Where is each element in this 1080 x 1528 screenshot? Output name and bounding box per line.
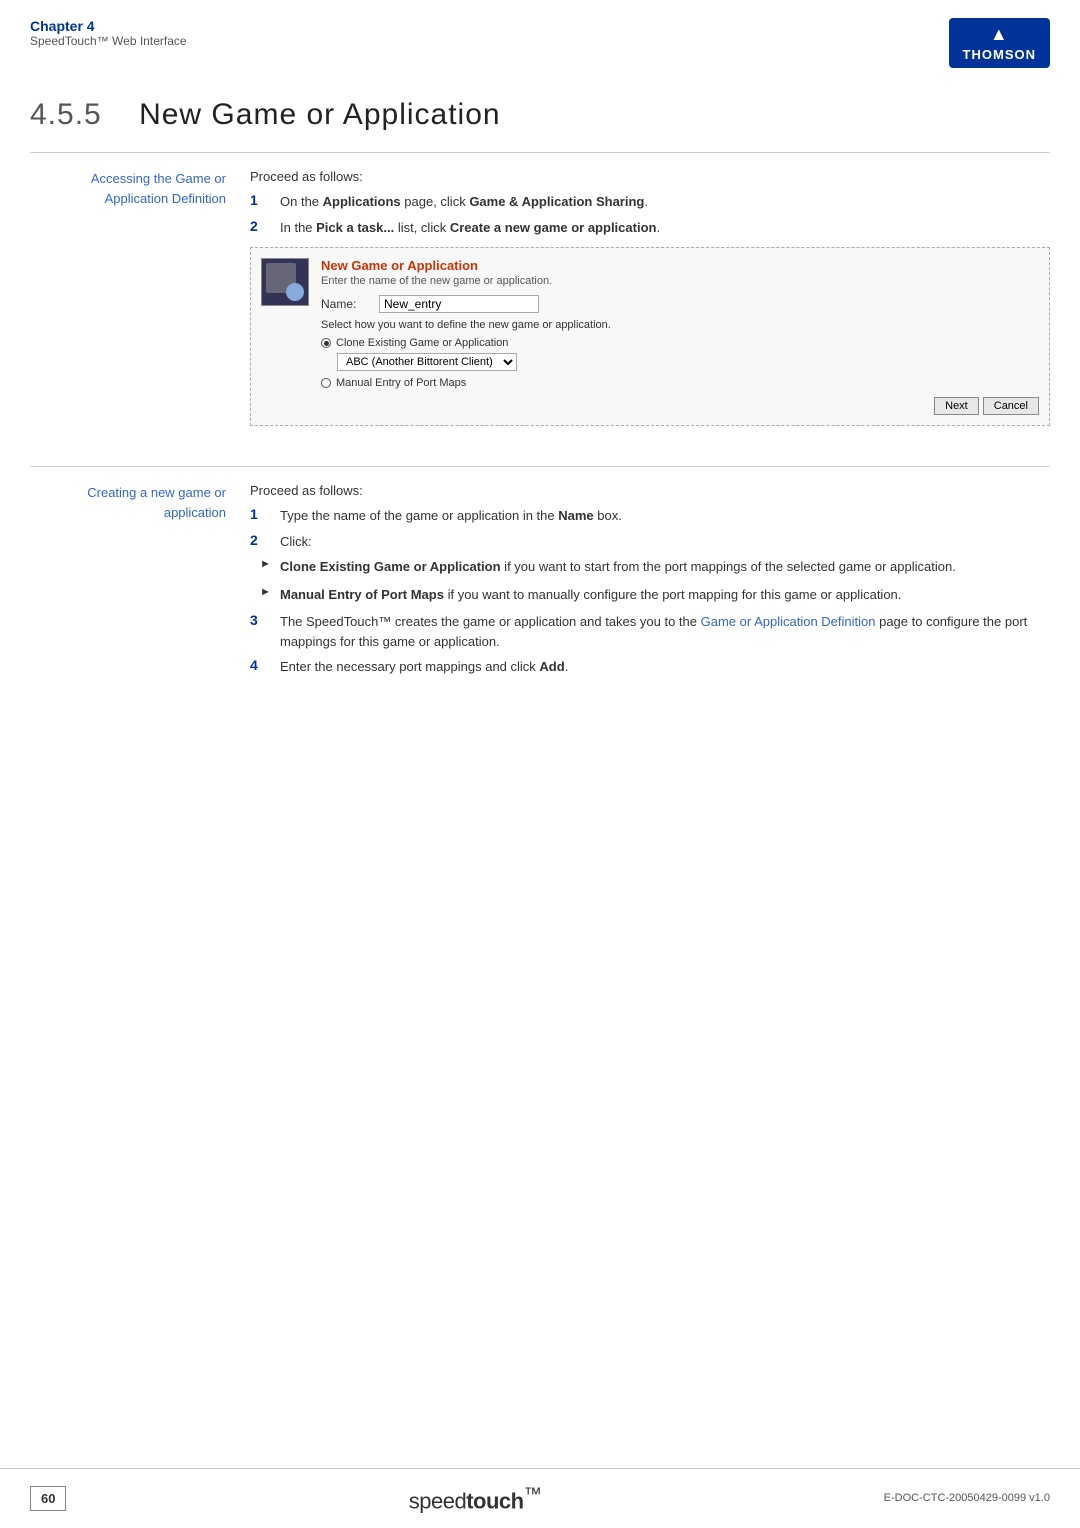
section-accessing-label: Accessing the Game or Application Defini… (30, 169, 250, 436)
ui-button-row: Next Cancel (321, 397, 1039, 415)
ui-radio2-row[interactable]: Manual Entry of Port Maps (321, 377, 1039, 389)
cancel-button[interactable]: Cancel (983, 397, 1039, 415)
footer-doc-number: E-DOC-CTC-20050429-0099 v1.0 (884, 1492, 1050, 1504)
sub-step-2: ► Manual Entry of Port Maps if you want … (260, 585, 1050, 605)
section-creating-content: Proceed as follows: 1 Type the name of t… (250, 483, 1050, 683)
step-text-2-4: Enter the necessary port mappings and cl… (280, 657, 568, 677)
page-title-section: 4.5.5 New Game or Application (0, 68, 1080, 152)
sub-step-text-1: Clone Existing Game or Application if yo… (280, 557, 956, 577)
section-creating: Creating a new game or application Proce… (30, 483, 1050, 683)
ui-select-row: ABC (Another Bittorent Client) (337, 353, 1039, 371)
steps-list-2: 1 Type the name of the game or applicati… (250, 506, 1050, 551)
step-2-3: 3 The SpeedTouch™ creates the game or ap… (250, 612, 1050, 651)
thomson-logo: ▲ THOMSON (949, 18, 1050, 68)
sub-arrow-1: ► (260, 558, 274, 570)
ui-app-icon (261, 258, 309, 306)
ui-screenshot-box: New Game or Application Enter the name o… (250, 247, 1050, 426)
step-text-2: In the Pick a task... list, click Create… (280, 218, 660, 238)
ui-name-field-row: Name: (321, 295, 1039, 313)
steps-list-2b: 3 The SpeedTouch™ creates the game or ap… (250, 612, 1050, 677)
ui-name-input[interactable] (379, 295, 539, 313)
ui-radio2-label: Manual Entry of Port Maps (336, 377, 466, 389)
ui-radio1-row[interactable]: Clone Existing Game or Application (321, 337, 1039, 349)
footer-page-number: 60 (30, 1486, 66, 1511)
sub-step-1: ► Clone Existing Game or Application if … (260, 557, 1050, 577)
main-content: Accessing the Game or Application Defini… (0, 152, 1080, 683)
ui-app-select[interactable]: ABC (Another Bittorent Client) (337, 353, 517, 371)
step-text-2-3: The SpeedTouch™ creates the game or appl… (280, 612, 1050, 651)
step-number-2-4: 4 (250, 657, 274, 673)
ui-radio1-label: Clone Existing Game or Application (336, 337, 508, 349)
proceed-text-2: Proceed as follows: (250, 483, 1050, 498)
step-1-1: 1 On the Applications page, click Game &… (250, 192, 1050, 212)
step-number-1: 1 (250, 192, 274, 208)
footer-brand-speed: speed (409, 1488, 466, 1513)
page-header: Chapter 4 SpeedTouch™ Web Interface ▲ TH… (0, 0, 1080, 68)
step-number-2: 2 (250, 218, 274, 234)
section-creating-label: Creating a new game or application (30, 483, 250, 683)
next-button[interactable]: Next (934, 397, 979, 415)
ui-radio-clone[interactable] (321, 338, 331, 348)
thomson-logo-icon: ▲ (990, 24, 1009, 45)
step-number-2-3: 3 (250, 612, 274, 628)
section-divider-mid (30, 466, 1050, 467)
section-accessing: Accessing the Game or Application Defini… (30, 169, 1050, 436)
page-footer: 60 speedtouch™ E-DOC-CTC-20050429-0099 v… (0, 1468, 1080, 1528)
sub-steps-list: ► Clone Existing Game or Application if … (260, 557, 1050, 604)
ui-form: New Game or Application Enter the name o… (321, 258, 1039, 415)
footer-brand-touch: touch (466, 1488, 523, 1513)
game-app-def-link[interactable]: Game or Application Definition (701, 614, 876, 629)
step-2-2: 2 Click: (250, 532, 1050, 552)
page-title-number: 4.5.5 (30, 98, 102, 131)
proceed-text-1: Proceed as follows: (250, 169, 1050, 184)
thomson-logo-text: THOMSON (963, 47, 1036, 62)
step-2-1: 1 Type the name of the game or applicati… (250, 506, 1050, 526)
step-2-4: 4 Enter the necessary port mappings and … (250, 657, 1050, 677)
header-left: Chapter 4 SpeedTouch™ Web Interface (30, 18, 187, 48)
step-1-2: 2 In the Pick a task... list, click Crea… (250, 218, 1050, 238)
ui-form-title: New Game or Application (321, 258, 1039, 273)
chapter-subtitle: SpeedTouch™ Web Interface (30, 34, 187, 48)
footer-brand: speedtouch™ (409, 1483, 542, 1514)
sub-arrow-2: ► (260, 586, 274, 598)
section-accessing-content: Proceed as follows: 1 On the Application… (250, 169, 1050, 436)
chapter-label: Chapter 4 (30, 18, 187, 34)
sub-step-text-2: Manual Entry of Port Maps if you want to… (280, 585, 901, 605)
ui-define-text: Select how you want to define the new ga… (321, 319, 1039, 331)
ui-name-label: Name: (321, 297, 371, 311)
ui-form-subtitle: Enter the name of the new game or applic… (321, 275, 1039, 287)
page-title-text: New Game or Application (139, 98, 501, 131)
step-text-1: On the Applications page, click Game & A… (280, 192, 648, 212)
step-number-2-2: 2 (250, 532, 274, 548)
step-text-2-2: Click: (280, 532, 312, 552)
step-text-2-1: Type the name of the game or application… (280, 506, 622, 526)
steps-list-1: 1 On the Applications page, click Game &… (250, 192, 1050, 237)
footer-brand-tm: ™ (524, 1483, 542, 1504)
page-title: 4.5.5 New Game or Application (30, 98, 1050, 132)
ui-radio-manual[interactable] (321, 378, 331, 388)
section-divider-top (30, 152, 1050, 153)
step-number-2-1: 1 (250, 506, 274, 522)
